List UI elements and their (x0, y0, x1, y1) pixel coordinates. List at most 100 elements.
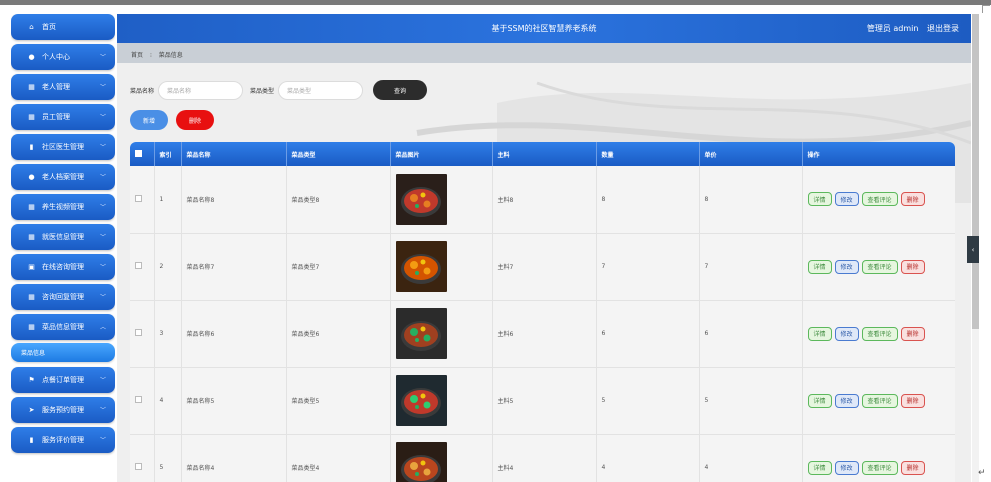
cell-dish-image (390, 367, 493, 435)
breadcrumb: 首页 ⁝ 菜品信息 (117, 43, 971, 63)
sidebar-item[interactable]: ▣ 在线咨询管理 ﹀ (11, 254, 115, 280)
edit-button[interactable]: 修改 (834, 326, 859, 341)
cell-dish-type: 菜品类型7 (286, 233, 391, 301)
delete-button[interactable]: 删除 (176, 110, 214, 130)
cell-actions: 详情 修改 查看评论 删除 (802, 233, 956, 301)
sidebar-item[interactable]: ▦ 咨询回复管理 ﹀ (11, 284, 115, 310)
detail-button[interactable]: 详情 (807, 192, 832, 207)
column-header: 菜品名称 (181, 142, 287, 166)
view-reviews-button[interactable]: 查看评论 (861, 192, 898, 207)
chevron-down-icon: ﹀ (99, 234, 106, 241)
cell-price: 7 (699, 233, 803, 301)
row-checkbox[interactable] (135, 463, 142, 470)
chevron-down-icon: ﹀ (99, 174, 106, 181)
logout-link[interactable]: 退出登录 (927, 24, 959, 33)
flag-icon: ⚑ (28, 376, 35, 384)
row-delete-button[interactable]: 删除 (900, 192, 925, 207)
row-delete-button[interactable]: 删除 (900, 259, 925, 274)
sidebar-item[interactable]: ▦ 菜品信息管理 ︿ (11, 314, 115, 340)
user-area: 管理员 admin 退出登录 (861, 23, 959, 34)
cell-dish-type: 菜品类型8 (286, 166, 391, 234)
row-delete-button[interactable]: 删除 (900, 326, 925, 341)
breadcrumb-home[interactable]: 首页 (131, 52, 143, 59)
sidebar-item[interactable]: ● 个人中心 ﹀ (11, 44, 115, 70)
view-reviews-button[interactable]: 查看评论 (861, 393, 898, 408)
dish-name-input[interactable]: 菜品名称 (158, 80, 244, 100)
sidebar-item-label: 员工管理 (42, 113, 70, 121)
sidebar-item[interactable]: ▮ 社区医生管理 ﹀ (11, 134, 115, 160)
edit-button[interactable]: 修改 (834, 192, 859, 207)
detail-button[interactable]: 详情 (807, 259, 832, 274)
row-delete-button[interactable]: 删除 (900, 393, 925, 408)
scrollbar-thumb[interactable] (972, 14, 979, 329)
dish-type-input[interactable]: 菜品类型 (278, 80, 364, 100)
search-row: 菜品名称 菜品名称 菜品类型 菜品类型 查询 (130, 80, 428, 100)
column-header: 索引 (154, 142, 182, 166)
edit-button[interactable]: 修改 (834, 460, 859, 475)
chart-icon: ▮ (29, 143, 34, 151)
row-select-cell[interactable] (130, 233, 155, 301)
row-delete-button[interactable]: 删除 (900, 460, 925, 475)
chevron-down-icon: ﹀ (99, 264, 106, 271)
cell-dish-image (390, 233, 493, 301)
sidebar-item[interactable]: ▦ 员工管理 ﹀ (11, 104, 115, 130)
cell-ingredient: 主料6 (492, 300, 597, 368)
sidebar-item-label: 在线咨询管理 (42, 263, 84, 271)
sidebar-item[interactable]: ⚑ 点餐订单管理 ﹀ (11, 367, 115, 393)
sidebar-item[interactable]: ⌂ 首页 (11, 14, 115, 40)
sidebar-item-label: 点餐订单管理 (42, 376, 84, 384)
chevron-down-icon: ﹀ (99, 377, 106, 384)
home-icon: ⌂ (29, 23, 34, 31)
detail-button[interactable]: 详情 (807, 326, 832, 341)
row-actions: 详情 修改 查看评论 删除 (807, 259, 956, 274)
cell-dish-name: 菜品名称5 (181, 367, 287, 435)
row-checkbox[interactable] (135, 262, 142, 269)
cell-dish-type: 菜品类型4 (286, 434, 391, 482)
sidebar-item-label: 咨询回复管理 (42, 293, 84, 301)
dish-table: 索引 菜品名称 菜品类型 菜品图片 主料 数量 单价 操作 1 菜品名称8 菜品类型… (130, 142, 955, 482)
chevron-down-icon: ﹀ (99, 294, 106, 301)
sidebar-item-label: 菜品信息管理 (42, 323, 84, 331)
table-row: 4 菜品名称5 菜品类型5 主料5 5 5 详情 修改 查看评论 删除 (130, 367, 955, 435)
edit-button[interactable]: 修改 (834, 393, 859, 408)
row-select-cell[interactable] (130, 166, 155, 234)
select-all-checkbox[interactable] (135, 149, 142, 157)
sidebar-item[interactable]: ➤ 服务预约管理 ﹀ (11, 397, 115, 423)
collapse-toggle[interactable]: ‹ (967, 236, 979, 263)
detail-button[interactable]: 详情 (807, 393, 832, 408)
sidebar-item[interactable]: ▦ 养生视频管理 ﹀ (11, 194, 115, 220)
sidebar-item[interactable]: ▦ 老人管理 ﹀ (11, 74, 115, 100)
row-select-cell[interactable] (130, 434, 155, 482)
chevron-down-icon: ﹀ (99, 437, 106, 444)
view-reviews-button[interactable]: 查看评论 (861, 326, 898, 341)
view-reviews-button[interactable]: 查看评论 (861, 460, 898, 475)
cell-index: 4 (154, 367, 182, 435)
row-checkbox[interactable] (135, 194, 142, 202)
row-actions: 详情 修改 查看评论 删除 (807, 460, 956, 475)
sidebar-item[interactable]: ● 老人档案管理 ﹀ (11, 164, 115, 190)
row-checkbox[interactable] (135, 329, 142, 336)
top-strip (0, 0, 991, 5)
view-reviews-button[interactable]: 查看评论 (861, 259, 898, 274)
row-select-cell[interactable] (130, 300, 155, 368)
header-select-all[interactable] (130, 142, 155, 166)
edit-button[interactable]: 修改 (834, 259, 859, 274)
column-header: 单价 (699, 142, 803, 166)
detail-button[interactable]: 详情 (807, 460, 832, 475)
breadcrumb-current: 菜品信息 (158, 52, 183, 59)
column-header: 主料 (492, 142, 597, 166)
grid-icon: ▦ (28, 203, 35, 211)
grid-icon: ▦ (28, 113, 35, 121)
cell-quantity: 7 (596, 233, 700, 301)
add-button[interactable]: 新增 (130, 110, 168, 130)
sidebar-subitem-dish-info[interactable]: 菜品信息 (11, 343, 115, 362)
row-select-cell[interactable] (130, 367, 155, 435)
row-checkbox[interactable] (135, 396, 142, 403)
query-button[interactable]: 查询 (373, 80, 428, 100)
cell-index: 3 (154, 300, 182, 368)
sidebar-item[interactable]: ▮ 服务评价管理 ﹀ (11, 427, 115, 453)
table-row: 5 菜品名称4 菜品类型4 主料4 4 4 详情 修改 查看评论 删除 (130, 434, 955, 482)
sidebar-item[interactable]: ▦ 就医信息管理 ﹀ (11, 224, 115, 250)
cell-dish-name: 菜品名称8 (181, 166, 287, 234)
column-header: 操作 (807, 151, 820, 159)
